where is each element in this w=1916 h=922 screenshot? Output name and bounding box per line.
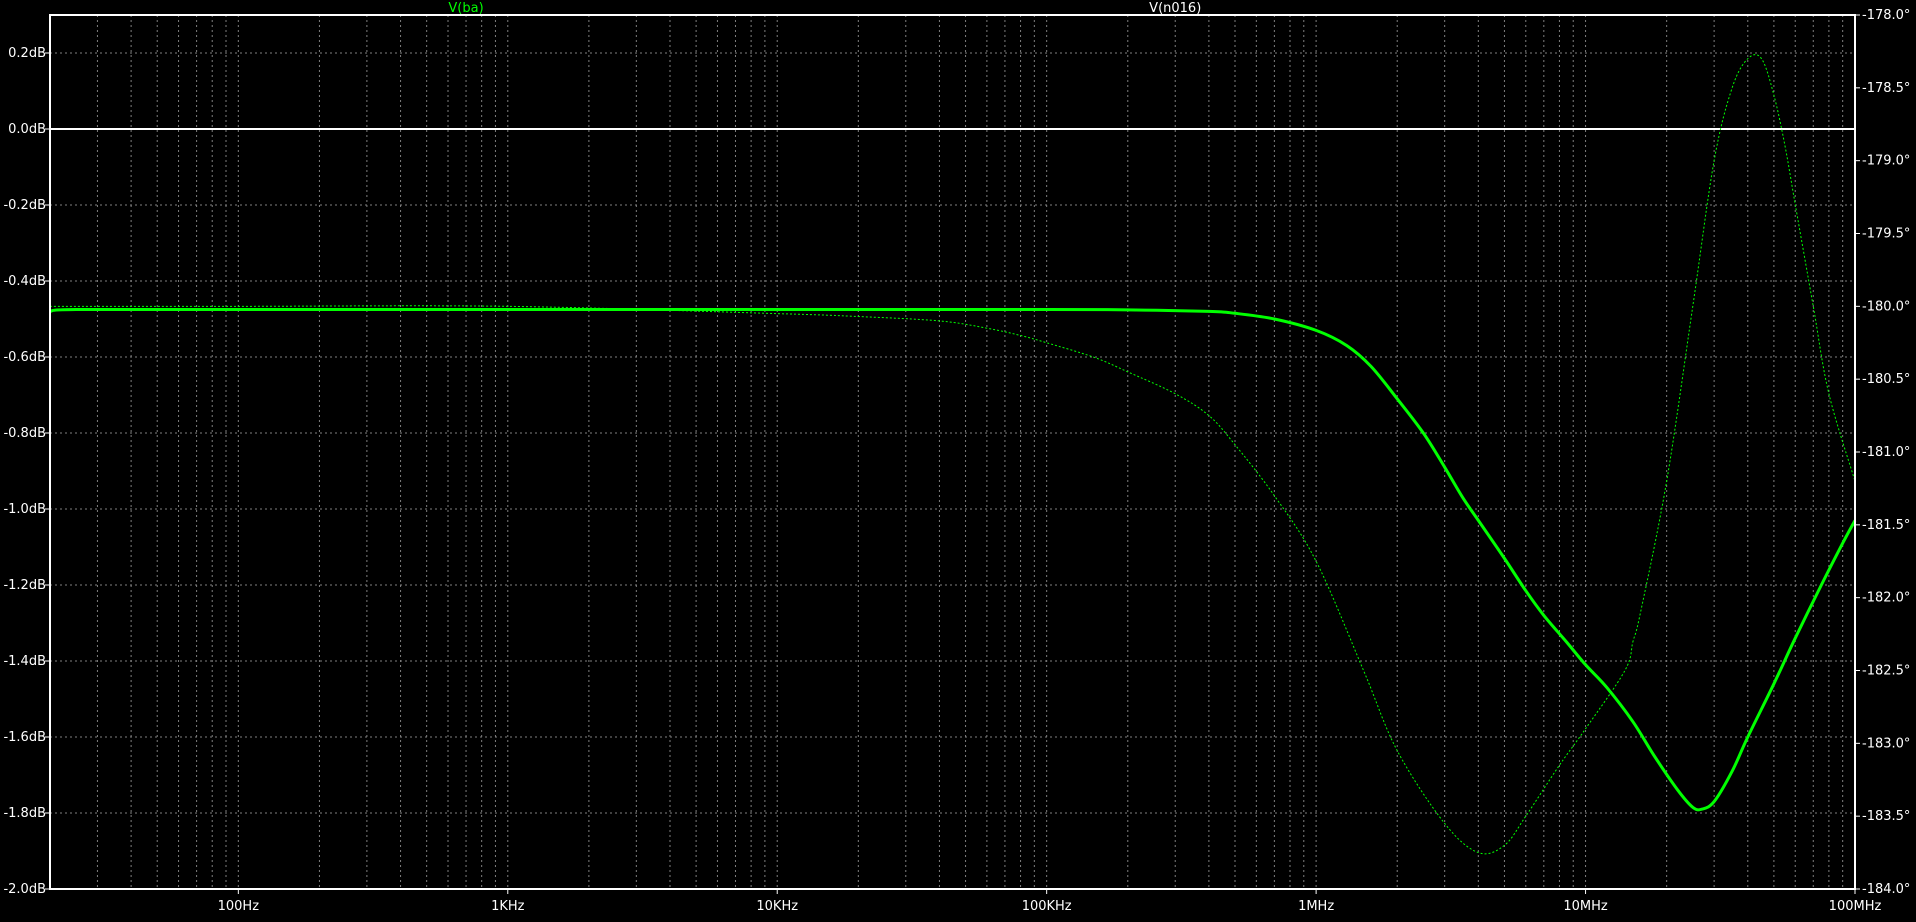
left-tick-label: -1.0dB	[3, 502, 46, 517]
bottom-tick-label: 1MHz	[1298, 899, 1334, 914]
left-tick-label: -2.0dB	[3, 882, 46, 897]
bottom-tick-label: 100KHz	[1022, 899, 1072, 914]
right-tick-label: -182.0°	[1862, 591, 1910, 606]
bottom-tick-label: 100Hz	[218, 899, 260, 914]
bottom-tick-label: 1KHz	[491, 899, 525, 914]
right-tick-label: -180.0°	[1862, 299, 1910, 314]
left-tick-label: 0.0dB	[8, 122, 46, 137]
left-tick-label: -0.6dB	[3, 350, 46, 365]
left-tick-label: -1.6dB	[3, 730, 46, 745]
bottom-tick-label: 10KHz	[756, 899, 798, 914]
left-tick-label: -0.8dB	[3, 426, 46, 441]
right-tick-label: -181.5°	[1862, 518, 1910, 533]
left-tick-label: -0.4dB	[3, 274, 46, 289]
plot-background	[0, 0, 1916, 917]
bottom-tick-label: 100MHz	[1829, 899, 1882, 914]
trace-label[interactable]: V(ba)	[448, 1, 483, 16]
trace-label[interactable]: V(n016)	[1149, 1, 1201, 16]
left-tick-label: -1.4dB	[3, 654, 46, 669]
left-tick-label: -0.2dB	[3, 198, 46, 213]
right-tick-label: -179.0°	[1862, 154, 1910, 169]
right-tick-label: -183.0°	[1862, 736, 1910, 751]
right-tick-label: -184.0°	[1862, 882, 1910, 897]
right-tick-label: -182.5°	[1862, 664, 1910, 679]
right-tick-label: -181.0°	[1862, 445, 1910, 460]
bottom-tick-label: 10MHz	[1563, 899, 1608, 914]
bode-plot: 0.2dB 0.0dB -0.2dB -0.4dB -0.6dB -0.8dB -1.0dB…	[0, 0, 1916, 917]
left-tick-label: 0.2dB	[8, 46, 46, 61]
right-tick-label: -178.0°	[1862, 8, 1910, 23]
right-tick-label: -178.5°	[1862, 81, 1910, 96]
right-tick-label: -179.5°	[1862, 227, 1910, 242]
right-tick-label: -183.5°	[1862, 809, 1910, 824]
left-tick-label: -1.2dB	[3, 578, 46, 593]
plot-canvas: 0.2dB 0.0dB -0.2dB -0.4dB -0.6dB -0.8dB -1.0dB…	[0, 0, 1916, 917]
left-tick-label: -1.8dB	[3, 806, 46, 821]
right-tick-label: -180.5°	[1862, 372, 1910, 387]
